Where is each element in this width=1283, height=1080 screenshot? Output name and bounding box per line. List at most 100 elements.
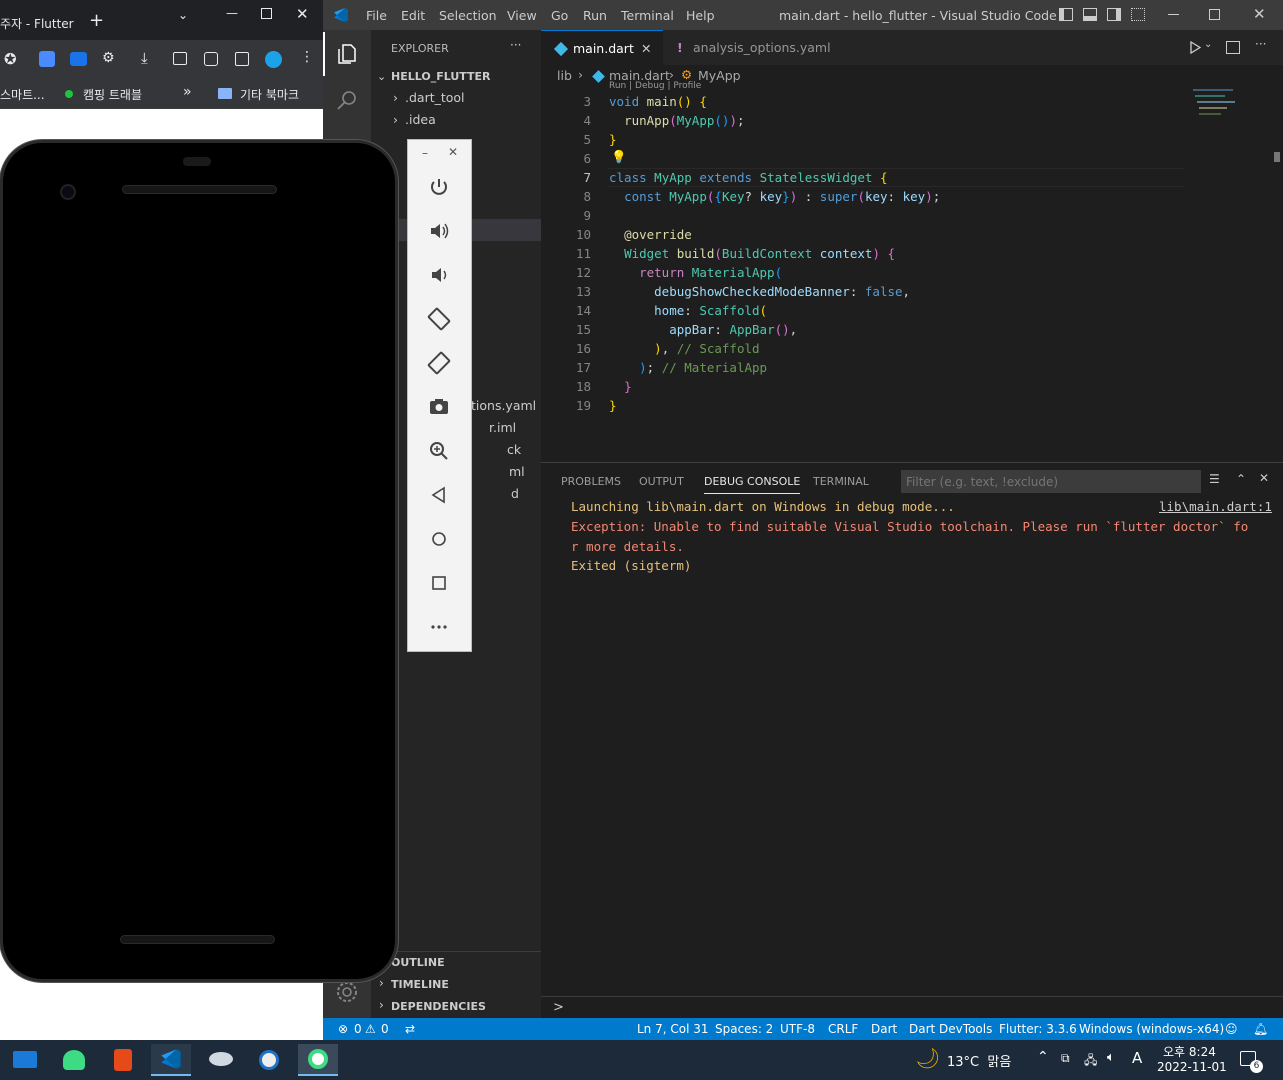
overview-icon[interactable] bbox=[424, 568, 454, 598]
run-dropdown-icon[interactable]: ⌄ bbox=[1204, 39, 1212, 50]
customize-layout-icon[interactable] bbox=[1131, 8, 1145, 21]
line-ending[interactable]: CRLF bbox=[828, 1022, 858, 1036]
extensions-pin-icon[interactable]: ✪ bbox=[4, 50, 17, 68]
app-icon[interactable] bbox=[200, 1044, 240, 1076]
new-tab-button[interactable]: + bbox=[89, 10, 104, 31]
tab-output[interactable]: OUTPUT bbox=[639, 475, 684, 488]
puzzle-icon[interactable]: ⚙ bbox=[102, 50, 115, 66]
bookmarks-overflow[interactable]: » bbox=[183, 84, 192, 100]
scrollbar-thumb[interactable] bbox=[1274, 152, 1280, 162]
clock-date[interactable]: 2022-11-01 bbox=[1157, 1060, 1227, 1074]
bookmark-smart[interactable]: 스마트... bbox=[0, 86, 45, 103]
notifications-bell-icon[interactable]: 🔔︎ bbox=[1253, 1022, 1268, 1036]
breadcrumb-lib[interactable]: lib bbox=[557, 68, 572, 83]
split-editor-icon[interactable] bbox=[1226, 41, 1240, 54]
close-icon[interactable]: ✕ bbox=[448, 145, 458, 159]
menu-edit[interactable]: Edit bbox=[401, 8, 425, 23]
breadcrumb-class[interactable]: MyApp bbox=[698, 68, 741, 83]
screenshot-icon[interactable] bbox=[204, 52, 218, 66]
live-share-icon[interactable]: ⇄ bbox=[405, 1022, 415, 1036]
weather[interactable]: 13°C 맑음 bbox=[947, 1051, 1011, 1070]
menu-view[interactable]: View bbox=[507, 8, 537, 23]
ime-indicator[interactable]: A bbox=[1132, 1049, 1142, 1067]
explorer-icon[interactable] bbox=[335, 42, 359, 66]
explorer-item[interactable]: › .dart_tool bbox=[371, 87, 541, 109]
dependencies-section[interactable]: DEPENDENCIES bbox=[391, 1000, 486, 1013]
menu-selection[interactable]: Selection bbox=[439, 8, 497, 23]
profile-avatar[interactable] bbox=[265, 51, 282, 68]
console-source-link[interactable]: lib\main.dart:1 bbox=[1159, 497, 1272, 517]
menu-terminal[interactable]: Terminal bbox=[621, 8, 674, 23]
sidebar-icon[interactable] bbox=[235, 52, 249, 66]
flutter-version[interactable]: Flutter: 3.3.6 bbox=[999, 1022, 1077, 1036]
explorer-item-label[interactable]: r.iml bbox=[489, 417, 541, 439]
menu-help[interactable]: Help bbox=[686, 8, 715, 23]
device-selector[interactable]: Windows (windows-x64) bbox=[1079, 1022, 1224, 1036]
dart-devtools[interactable]: Dart DevTools bbox=[909, 1022, 992, 1036]
explorer-more-icon[interactable]: ··· bbox=[510, 38, 521, 52]
cast-icon[interactable] bbox=[173, 52, 187, 65]
android-studio-app-icon[interactable] bbox=[53, 1044, 93, 1076]
camera-icon[interactable] bbox=[424, 392, 454, 422]
moon-weather-icon[interactable]: 🌙︎ bbox=[915, 1046, 940, 1070]
maximize-icon[interactable] bbox=[1209, 9, 1220, 20]
menu-file[interactable]: File bbox=[366, 8, 387, 23]
mail-app-icon[interactable] bbox=[4, 1044, 44, 1076]
codelens[interactable]: Run | Debug | Profile bbox=[609, 81, 701, 91]
office-app-icon[interactable] bbox=[102, 1044, 142, 1076]
home-icon[interactable] bbox=[424, 524, 454, 554]
search-icon[interactable] bbox=[335, 88, 359, 112]
close-panel-icon[interactable]: ✕ bbox=[1259, 471, 1269, 485]
timeline-section[interactable]: TIMELINE bbox=[391, 978, 449, 991]
lightbulb-icon[interactable]: 💡 bbox=[611, 149, 627, 165]
toggle-panel-icon[interactable] bbox=[1083, 8, 1097, 21]
close-tab-icon[interactable]: ✕ bbox=[641, 31, 651, 66]
explorer-item-label[interactable]: d bbox=[511, 483, 541, 505]
repl-prompt[interactable]: > bbox=[553, 1000, 564, 1015]
explorer-item-label[interactable]: tions.yaml bbox=[471, 395, 541, 417]
more-menu-icon[interactable]: ⋮ bbox=[300, 49, 314, 65]
error-icon[interactable]: ⊗ bbox=[338, 1022, 348, 1036]
tab-analysis-options[interactable]: ! analysis_options.yaml bbox=[663, 30, 839, 65]
toggle-secondary-sidebar-icon[interactable] bbox=[1107, 8, 1121, 21]
tab-debug-console[interactable]: DEBUG CONSOLE bbox=[704, 475, 801, 494]
toggle-sidebar-icon[interactable] bbox=[1059, 8, 1073, 21]
bookmark-other[interactable]: 기타 북마크 bbox=[240, 86, 299, 103]
tab-problems[interactable]: PROBLEMS bbox=[561, 475, 621, 488]
feedback-icon[interactable]: ☺ bbox=[1225, 1022, 1238, 1036]
minimize-icon[interactable] bbox=[1168, 14, 1179, 15]
clear-console-icon[interactable]: ☰ bbox=[1209, 472, 1220, 486]
outline-section[interactable]: OUTLINE bbox=[391, 956, 445, 969]
tab-main-dart[interactable]: main.dart ✕ bbox=[541, 30, 663, 65]
more-actions-icon[interactable]: ··· bbox=[1255, 37, 1266, 51]
maximize-icon[interactable] bbox=[261, 8, 272, 19]
explorer-item-label[interactable]: ml bbox=[509, 461, 541, 483]
volume-icon[interactable]: 🔈︎ bbox=[1107, 1050, 1115, 1065]
power-icon[interactable] bbox=[424, 172, 454, 202]
menu-go[interactable]: Go bbox=[551, 8, 568, 23]
emulator-app-icon[interactable] bbox=[298, 1044, 338, 1076]
cursor-position[interactable]: Ln 7, Col 31 bbox=[637, 1022, 709, 1036]
minimize-icon[interactable]: – bbox=[422, 146, 428, 160]
chevron-up-icon[interactable]: ⌃ bbox=[1037, 1049, 1049, 1065]
back-icon[interactable] bbox=[424, 480, 454, 510]
android-emulator-device[interactable] bbox=[0, 140, 398, 982]
warning-icon[interactable]: ⚠ bbox=[365, 1022, 376, 1036]
minimize-icon[interactable]: — bbox=[226, 6, 238, 20]
close-icon[interactable]: ✕ bbox=[1253, 5, 1266, 23]
zoom-icon[interactable] bbox=[424, 436, 454, 466]
rotate-left-icon[interactable] bbox=[424, 304, 454, 334]
extension-icon[interactable] bbox=[39, 51, 55, 67]
menu-run[interactable]: Run bbox=[583, 8, 607, 23]
more-icon[interactable] bbox=[424, 612, 454, 642]
language-mode[interactable]: Dart bbox=[871, 1022, 897, 1036]
volume-up-icon[interactable] bbox=[424, 216, 454, 246]
warning-count[interactable]: 0 bbox=[381, 1022, 389, 1036]
filter-input[interactable] bbox=[901, 470, 1201, 493]
tab-terminal[interactable]: TERMINAL bbox=[813, 475, 869, 488]
indentation[interactable]: Spaces: 2 bbox=[715, 1022, 773, 1036]
project-folder[interactable]: ⌄ HELLO_FLUTTER bbox=[371, 67, 541, 89]
explorer-item-label[interactable]: ck bbox=[507, 439, 541, 461]
maximize-panel-icon[interactable]: ⌃ bbox=[1236, 472, 1246, 486]
network-icon[interactable]: 🖧︎ bbox=[1084, 1051, 1097, 1072]
